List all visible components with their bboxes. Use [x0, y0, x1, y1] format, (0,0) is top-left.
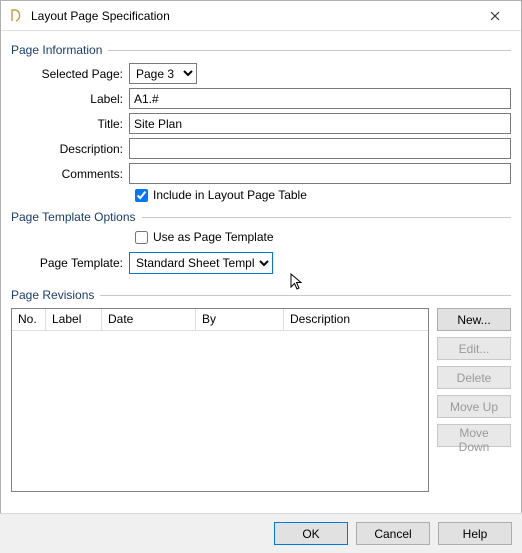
- label-label: Label:: [11, 92, 129, 106]
- page-template-label: Page Template:: [11, 256, 129, 270]
- col-label[interactable]: Label: [46, 309, 102, 330]
- page-template-options-header: Page Template Options: [11, 210, 511, 224]
- col-description[interactable]: Description: [284, 309, 428, 330]
- page-information-header: Page Information: [11, 43, 511, 57]
- comments-field[interactable]: [129, 163, 511, 184]
- ok-button[interactable]: OK: [274, 522, 348, 545]
- app-icon: [9, 8, 25, 24]
- use-as-template-label: Use as Page Template: [153, 230, 274, 244]
- page-template-options-label: Page Template Options: [11, 210, 136, 224]
- selected-page-label: Selected Page:: [11, 67, 129, 81]
- page-template-select[interactable]: Standard Sheet Template: [129, 252, 273, 274]
- description-label: Description:: [11, 142, 129, 156]
- close-button[interactable]: [475, 2, 515, 30]
- label-field[interactable]: [129, 88, 511, 109]
- page-revisions-header: Page Revisions: [11, 288, 511, 302]
- move-up-button: Move Up: [437, 395, 511, 418]
- move-down-button: Move Down: [437, 424, 511, 447]
- title-field[interactable]: [129, 113, 511, 134]
- cancel-button[interactable]: Cancel: [356, 522, 430, 545]
- col-no[interactable]: No.: [12, 309, 46, 330]
- help-button[interactable]: Help: [438, 522, 512, 545]
- new-button[interactable]: New...: [437, 308, 511, 331]
- description-field[interactable]: [129, 138, 511, 159]
- use-as-template-checkbox[interactable]: [135, 231, 148, 244]
- col-date[interactable]: Date: [102, 309, 196, 330]
- comments-label: Comments:: [11, 167, 129, 181]
- dialog-footer: OK Cancel Help: [0, 513, 522, 553]
- revisions-table[interactable]: No. Label Date By Description: [11, 308, 429, 492]
- include-label: Include in Layout Page Table: [153, 188, 307, 202]
- edit-button: Edit...: [437, 337, 511, 360]
- col-by[interactable]: By: [196, 309, 284, 330]
- selected-page-select[interactable]: Page 3: [129, 63, 197, 84]
- page-revisions-label: Page Revisions: [11, 288, 94, 302]
- title-label: Title:: [11, 117, 129, 131]
- delete-button: Delete: [437, 366, 511, 389]
- revisions-table-header: No. Label Date By Description: [12, 309, 428, 331]
- titlebar: Layout Page Specification: [1, 1, 521, 31]
- window-title: Layout Page Specification: [31, 9, 475, 23]
- include-checkbox[interactable]: [135, 189, 148, 202]
- page-information-label: Page Information: [11, 43, 102, 57]
